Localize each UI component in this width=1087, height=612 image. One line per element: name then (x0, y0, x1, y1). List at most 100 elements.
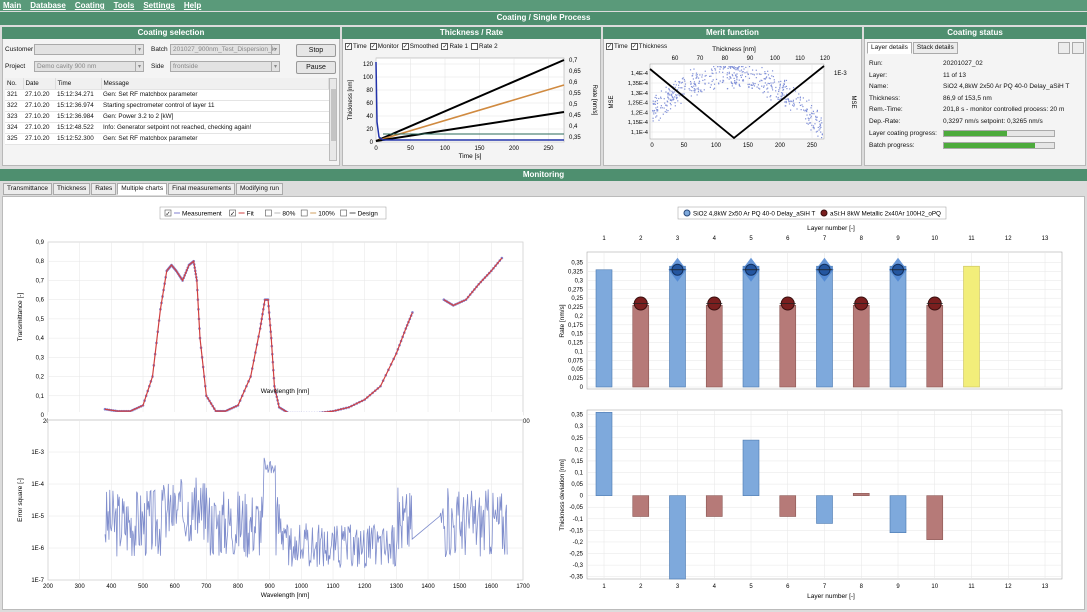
menu-settings[interactable]: Settings (143, 0, 175, 11)
merit-point (779, 85, 781, 87)
tab-monitoring-4[interactable]: Final measurements (168, 183, 235, 195)
menu-help[interactable]: Help (184, 0, 201, 11)
log-row[interactable]: 323 27.10.20 15:12:36.984 Gen: Power 3.2 to… (5, 111, 329, 123)
tab-monitoring-2[interactable]: Rates (91, 183, 117, 195)
rate-bar (742, 265, 760, 388)
rate-top-tick: 8 (860, 236, 864, 242)
merit-point (764, 82, 766, 84)
merit-point (763, 91, 765, 93)
menu-tools[interactable]: Tools (114, 0, 135, 11)
merit-point (673, 98, 675, 100)
merit-point (773, 79, 775, 81)
status-option-button[interactable] (1072, 42, 1084, 54)
merit-point (660, 97, 662, 100)
merit-point (752, 73, 754, 75)
tab-layer-details[interactable]: Layer details (867, 42, 912, 54)
status-option-button[interactable] (1058, 42, 1070, 54)
project-select[interactable]: Demo cavity 900 nm ▾ (34, 61, 144, 72)
merit-point (778, 98, 780, 101)
merit-point (756, 86, 758, 88)
merit-point (723, 67, 725, 69)
merit-point (819, 123, 821, 125)
log-row[interactable]: 325 27.10.20 15:12:52.300 Gen: Set RF match… (5, 133, 329, 145)
merit-point (690, 82, 692, 84)
merit-top-label: Thickness [nm] (712, 46, 756, 53)
merit-point (670, 94, 673, 96)
status-label: Thickness: (869, 94, 901, 102)
chevron-down-icon: ▾ (135, 45, 143, 54)
tr-y2tick: 0,4 (569, 124, 578, 130)
merit-point (652, 117, 654, 119)
side-select[interactable]: frontside ▾ (170, 61, 280, 72)
menu-coating[interactable]: Coating (75, 0, 105, 11)
batch-select[interactable]: 201027_900nm_Test_Dispersion_k ▾ (170, 44, 280, 55)
tab-monitoring-3[interactable]: Multiple charts (117, 183, 168, 195)
legend-rate1[interactable]: ✓ Rate 1 (441, 42, 468, 51)
customer-select[interactable]: ▾ (34, 44, 144, 55)
legend-time[interactable]: ✓ Time (345, 42, 367, 51)
merit-point (766, 96, 768, 98)
log-cell: 27.10.20 (23, 89, 55, 101)
legend-rate2[interactable]: Rate 2 (471, 42, 498, 51)
menu-database[interactable]: Database (30, 0, 66, 11)
tab-monitoring-5[interactable]: Modifying run (236, 183, 284, 195)
merit-chart: Thickness [nm] 60 70 80 90 100 110 120 1,1E-4 1… (609, 46, 856, 149)
rate-bar (852, 304, 870, 388)
tab-stack-details[interactable]: Stack details (912, 42, 958, 54)
merit-point (728, 66, 730, 68)
error-xtick: 1400 (421, 584, 435, 590)
log-row[interactable]: 324 27.10.20 15:12:48.522 Info: Generator s… (5, 122, 329, 134)
merit-point (733, 66, 735, 68)
merit-point (806, 108, 808, 111)
merit-point (652, 109, 654, 112)
legend-smoothed[interactable]: ✓ Smoothed (401, 42, 438, 51)
merit-point (819, 124, 822, 126)
merit-point (808, 122, 811, 124)
legend-label: 100% (318, 211, 335, 218)
merit-point (667, 97, 669, 99)
merit-point (785, 100, 787, 103)
merit-point (764, 78, 766, 80)
log-scrollbar[interactable] (329, 78, 337, 161)
merit-point (694, 88, 696, 90)
log-col-message[interactable]: Message (101, 78, 329, 90)
log-col-date[interactable]: Date (23, 78, 56, 90)
legend-monitor[interactable]: ✓ Monitor (369, 42, 399, 51)
merit-point (690, 95, 692, 97)
merit-point (674, 102, 676, 104)
merit-xtick: 50 (681, 143, 688, 149)
log-col-no[interactable]: No. (5, 78, 24, 90)
merit-point (717, 82, 720, 84)
stop-button[interactable]: Stop (296, 44, 336, 57)
merit-point (748, 83, 750, 85)
merit-point (762, 86, 765, 88)
pause-button[interactable]: Pause (296, 61, 336, 74)
merit-point (777, 93, 779, 95)
menu-main[interactable]: Main (3, 0, 21, 11)
merit-point (684, 85, 686, 87)
merit-point (654, 103, 656, 105)
scrollbar-thumb[interactable] (331, 89, 336, 141)
error-ytick: 1E-6 (31, 546, 44, 552)
merit-point (691, 90, 693, 92)
deviation-xtick: 8 (860, 584, 864, 590)
legend-checkbox[interactable] (300, 209, 308, 217)
merit-y2label: MSE (850, 95, 856, 108)
layer-progress-label: Layer coating progress: (869, 130, 937, 137)
merit-point (785, 102, 787, 104)
merit-point (715, 78, 718, 80)
legend-checkbox[interactable] (265, 209, 272, 217)
log-row[interactable]: 321 27.10.20 15:12:34.271 Gen: Set RF match… (5, 89, 329, 101)
legend-checkbox[interactable] (340, 209, 347, 217)
merit-point (710, 84, 712, 86)
log-cell: 324 (5, 122, 23, 134)
merit-point (820, 137, 823, 139)
tab-monitoring-0[interactable]: Transmittance (3, 183, 52, 195)
status-value: 0,3297 nm/s setpoint: 0,3265 nm/s (943, 117, 1043, 125)
rate-top-tick: 2 (639, 236, 643, 242)
chevron-down-icon: ▾ (271, 45, 279, 54)
tab-monitoring-1[interactable]: Thickness (52, 183, 91, 195)
log-row[interactable]: 322 27.10.20 15:12:36.974 Starting spectrom… (5, 100, 329, 112)
log-col-time[interactable]: Time (55, 78, 102, 90)
merit-top-tick: 120 (820, 56, 831, 62)
